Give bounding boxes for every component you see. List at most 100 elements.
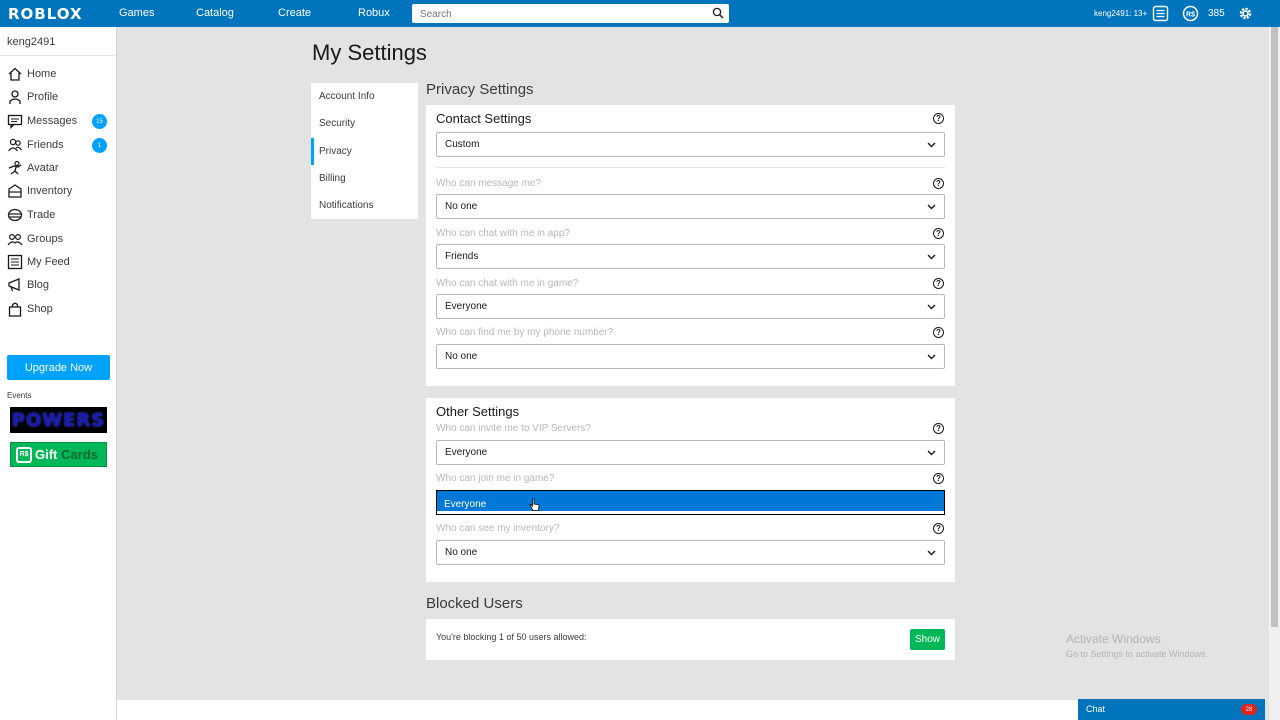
select-value: No one [445, 351, 478, 362]
home-icon [8, 67, 22, 81]
sidebar-item-inventory[interactable]: Inventory [7, 181, 72, 201]
blocked-users-panel: You're blocking 1 of 50 users allowed: S… [426, 619, 955, 660]
who-can-chat-game-select[interactable]: Everyone [436, 294, 945, 319]
activate-windows-watermark: Activate Windows Go to Settings to activ… [1066, 632, 1208, 659]
messages-list-icon[interactable] [1152, 5, 1169, 22]
sidebar-username[interactable]: keng2491 [0, 27, 116, 56]
blog-icon [8, 278, 20, 292]
sidebar-item-label: Trade [27, 209, 56, 221]
sidebar-item-label: Inventory [27, 185, 73, 197]
event-powers-text: POWERS [11, 409, 106, 431]
scrollbar-thumb[interactable] [1271, 27, 1278, 627]
inventory-icon [8, 184, 22, 198]
hand-cursor-icon [529, 498, 540, 511]
settings-tabs: Account Info Security Privacy Billing No… [311, 83, 418, 219]
robux-icon: R$ [16, 446, 32, 463]
avatar-icon [8, 160, 22, 175]
upgrade-now-button[interactable]: Upgrade Now [7, 355, 110, 380]
events-label: Events [7, 391, 32, 400]
privacy-settings-heading: Privacy Settings [426, 81, 534, 98]
svg-text:R$: R$ [1186, 12, 1195, 19]
tab-notifications[interactable]: Notifications [311, 192, 418, 219]
dropdown-option-highlighted[interactable]: Everyone [437, 491, 944, 511]
roblox-logo[interactable]: ROBLOX [8, 5, 83, 23]
top-navigation-bar: ROBLOX Games Catalog Create Robux keng24… [0, 0, 1280, 27]
contact-settings-select[interactable]: Custom [436, 132, 945, 157]
chevron-down-icon [927, 204, 936, 210]
sidebar-item-home[interactable]: Home [7, 64, 56, 84]
nav-create-link[interactable]: Create [278, 7, 311, 19]
search-icon[interactable] [712, 7, 724, 19]
tab-security[interactable]: Security [311, 110, 418, 137]
sidebar-item-avatar[interactable]: Avatar [7, 158, 59, 178]
sidebar-item-my-feed[interactable]: My Feed [7, 252, 70, 272]
settings-gear-icon[interactable] [1237, 5, 1254, 22]
sidebar-item-label: Profile [27, 91, 59, 103]
sidebar-item-label: Blog [27, 279, 50, 291]
tab-billing[interactable]: Billing [311, 165, 418, 192]
tab-privacy[interactable]: Privacy [311, 138, 418, 165]
help-icon[interactable]: ? [933, 278, 944, 289]
page-title: My Settings [312, 40, 427, 65]
blocked-users-heading: Blocked Users [426, 595, 523, 612]
other-settings-title: Other Settings [436, 404, 520, 419]
chat-label: Chat [1086, 704, 1106, 714]
page-scrollbar[interactable] [1269, 27, 1280, 720]
sidebar-item-blog[interactable]: Blog [7, 275, 49, 295]
trade-icon [7, 208, 23, 222]
divider [436, 167, 945, 168]
who-can-see-inventory-label: Who can see my inventory? [436, 523, 560, 534]
profile-icon [9, 90, 21, 104]
nav-robux-link[interactable]: Robux [358, 7, 390, 19]
who-can-invite-vip-select[interactable]: Everyone [436, 440, 945, 465]
chevron-down-icon [927, 304, 936, 310]
select-value: Everyone [445, 447, 488, 458]
who-can-find-phone-label: Who can find me by my phone number? [436, 327, 614, 338]
username-age-label[interactable]: keng2491: 13+ [1094, 9, 1147, 18]
chat-unread-badge: 28 [1241, 704, 1257, 715]
sidebar-item-label: Messages [27, 115, 78, 127]
sidebar-item-messages[interactable]: Messages [7, 111, 77, 131]
select-value: No one [445, 547, 478, 558]
help-icon[interactable]: ? [933, 327, 944, 338]
help-icon[interactable]: ? [933, 113, 944, 124]
sidebar-item-groups[interactable]: Groups [7, 229, 63, 249]
help-icon[interactable]: ? [933, 473, 944, 484]
sidebar-item-shop[interactable]: Shop [7, 299, 53, 319]
chat-bar[interactable]: Chat 28 [1078, 699, 1265, 720]
who-can-invite-vip-label: Who can invite me to VIP Servers? [436, 423, 591, 434]
sidebar-item-label: Home [27, 68, 57, 80]
event-powers-banner[interactable]: POWERS [10, 407, 107, 433]
who-can-chat-app-select[interactable]: Friends [436, 244, 945, 269]
nav-games-link[interactable]: Games [119, 7, 154, 19]
who-can-join-game-dropdown[interactable]: Everyone [436, 490, 945, 515]
nav-catalog-link[interactable]: Catalog [196, 7, 234, 19]
sidebar-item-profile[interactable]: Profile [7, 87, 58, 107]
help-icon[interactable]: ? [933, 523, 944, 534]
friends-icon [8, 138, 23, 152]
robux-icon[interactable]: R$ [1182, 5, 1199, 22]
search-box [412, 4, 729, 24]
event-gift-cards-banner[interactable]: R$ Gift Cards [10, 442, 107, 467]
who-can-see-inventory-select[interactable]: No one [436, 540, 945, 565]
messages-icon [7, 114, 23, 129]
who-can-find-phone-select[interactable]: No one [436, 344, 945, 369]
search-input[interactable] [412, 5, 702, 24]
help-icon[interactable]: ? [933, 178, 944, 189]
show-blocked-button[interactable]: Show [910, 629, 945, 650]
who-can-message-label: Who can message me? [436, 178, 542, 189]
sidebar-item-trade[interactable]: Trade [7, 205, 55, 225]
gift-cards-text: Gift Cards [35, 447, 98, 462]
other-settings-panel: Other Settings Who can invite me to VIP … [426, 398, 955, 582]
tab-account-info[interactable]: Account Info [311, 83, 418, 110]
sidebar-item-friends[interactable]: Friends [7, 135, 64, 155]
who-can-join-game-label: Who can join me in game? [436, 473, 555, 484]
sidebar-item-label: Avatar [27, 162, 59, 174]
help-icon[interactable]: ? [933, 228, 944, 239]
friends-count-badge: 1 [92, 138, 107, 153]
who-can-message-select[interactable]: No one [436, 194, 945, 219]
robux-count[interactable]: 385 [1208, 8, 1225, 19]
shop-icon [8, 302, 22, 317]
help-icon[interactable]: ? [933, 423, 944, 434]
contact-settings-title: Contact Settings [436, 111, 532, 126]
